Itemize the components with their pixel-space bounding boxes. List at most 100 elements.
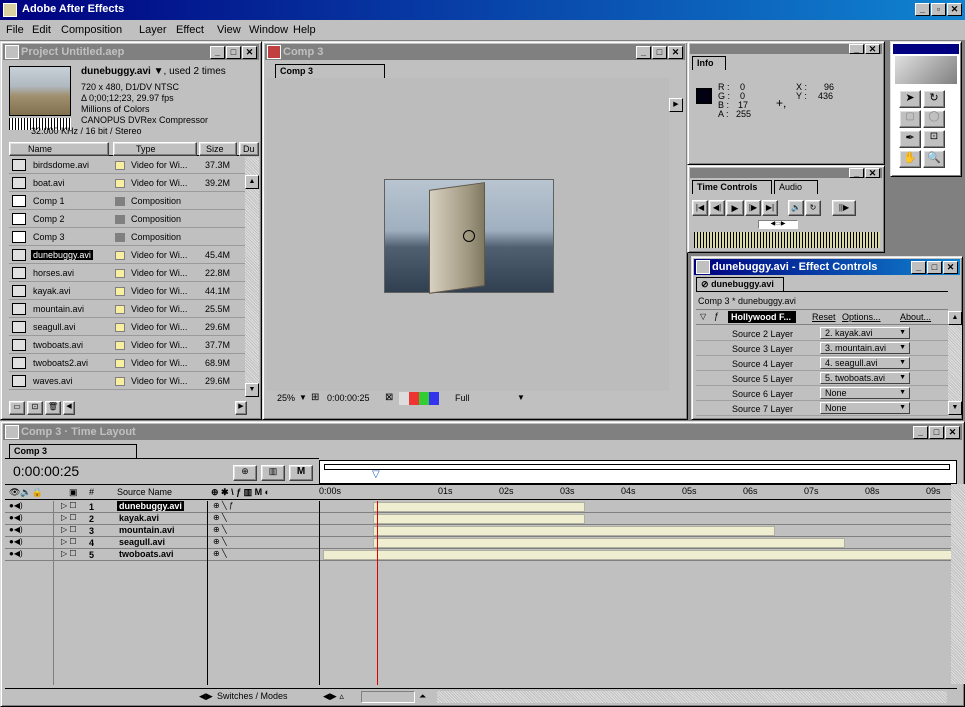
comp-timecode[interactable]: 0:00:00:25: [327, 393, 370, 403]
layer-switches-icon[interactable]: ⊕ ╲: [213, 513, 227, 522]
effect-about-link[interactable]: About...: [900, 312, 931, 322]
menu-file[interactable]: File: [6, 21, 24, 39]
project-item[interactable]: dunebuggy.avi Video for Wi... 45.4M: [9, 247, 245, 264]
menu-effect[interactable]: Effect: [176, 21, 204, 39]
jog-control[interactable]: ◀▭▶: [758, 220, 798, 229]
layer-twirl-icon[interactable]: ▷ ☐: [61, 549, 77, 558]
motion-blur-button[interactable]: M: [289, 465, 313, 481]
next-frame-button[interactable]: |▶: [745, 200, 761, 216]
pen-tool-icon[interactable]: ✒: [899, 130, 921, 148]
time-layout-maximize-button[interactable]: □: [929, 426, 944, 439]
hand-tool-icon[interactable]: ✋: [899, 150, 921, 168]
layer-duration-bar[interactable]: [373, 538, 845, 548]
time-ruler[interactable]: ▽: [319, 460, 957, 484]
project-hscroll-left[interactable]: ◀: [63, 401, 75, 415]
menu-edit[interactable]: Edit: [32, 21, 51, 39]
time-layout-minimize-button[interactable]: _: [913, 426, 928, 439]
effect-reset-link[interactable]: Reset: [812, 312, 836, 322]
layer-av-switches-icon[interactable]: ●◀): [9, 525, 23, 534]
col-type-header[interactable]: Type: [113, 142, 197, 156]
layer-switches-icon[interactable]: ⊕ ╲: [213, 525, 227, 534]
audio-toggle-button[interactable]: 🔊: [788, 200, 804, 216]
effect-param-dropdown[interactable]: 3. mountain.avi: [820, 342, 910, 354]
layer-av-switches-icon[interactable]: ●◀): [9, 513, 23, 522]
play-button[interactable]: ▶: [726, 200, 744, 216]
layer-row[interactable]: ●◀) ▷ ☐ 1 dunebuggy.avi ⊕ ╲ ƒ: [5, 501, 951, 513]
frame-blending-button[interactable]: ▥: [261, 465, 285, 481]
comp-close-button[interactable]: ✕: [668, 46, 683, 59]
timeline-timecode[interactable]: 0:00:00:25: [13, 463, 79, 479]
effect-param-dropdown[interactable]: 2. kayak.avi: [820, 327, 910, 339]
time-layout-close-button[interactable]: ✕: [945, 426, 960, 439]
resolution-dropdown[interactable]: Full: [455, 393, 505, 403]
project-item[interactable]: twoboats2.avi Video for Wi... 68.9M: [9, 355, 245, 372]
project-hscroll-right[interactable]: ▶: [235, 401, 247, 415]
menu-window[interactable]: Window: [249, 21, 288, 39]
comp-frame[interactable]: [384, 179, 554, 294]
project-close-button[interactable]: ✕: [242, 46, 257, 59]
layer-name[interactable]: twoboats.avi: [117, 549, 176, 559]
layer-switches-icon[interactable]: ⊕ ╲: [213, 549, 227, 558]
layer-av-switches-icon[interactable]: ●◀): [9, 501, 23, 510]
layer-twirl-icon[interactable]: ▷ ☐: [61, 537, 77, 546]
loop-button[interactable]: ↻: [805, 200, 821, 216]
app-minimize-button[interactable]: _: [915, 3, 930, 16]
effect-options-link[interactable]: Options...: [842, 312, 881, 322]
effect-controls-minimize-button[interactable]: _: [911, 261, 926, 274]
time-controls-minimize-button[interactable]: _: [849, 168, 864, 178]
effect-fx-icon[interactable]: ƒ: [714, 311, 719, 321]
color-channel-icon[interactable]: [399, 392, 439, 405]
effect-scroll-down[interactable]: ▼: [948, 401, 962, 415]
project-item[interactable]: twoboats.avi Video for Wi... 37.7M: [9, 337, 245, 354]
zoom-out-icon[interactable]: ◀▶ ▵: [323, 691, 344, 702]
app-restore-button[interactable]: ▫: [931, 3, 946, 16]
timeline-zoom-slider[interactable]: [361, 691, 415, 703]
last-frame-button[interactable]: ▶|: [762, 200, 778, 216]
layer-twirl-icon[interactable]: ▷ ☐: [61, 513, 77, 522]
app-close-button[interactable]: ✕: [947, 3, 962, 16]
layer-name[interactable]: mountain.avi: [117, 525, 177, 535]
audio-tab[interactable]: Audio: [774, 180, 818, 194]
time-controls-tab[interactable]: Time Controls: [692, 180, 772, 194]
project-minimize-button[interactable]: _: [210, 46, 225, 59]
timeline-vscroll[interactable]: [951, 484, 965, 684]
mask-oval-tool-icon[interactable]: ◯: [923, 110, 945, 128]
comp-flowchart-button[interactable]: ⊕: [233, 465, 257, 481]
time-controls-close-button[interactable]: ✕: [865, 168, 880, 178]
menu-help[interactable]: Help: [293, 21, 316, 39]
project-item[interactable]: Comp 3 Composition: [9, 229, 245, 246]
ram-preview-button[interactable]: ||▶: [832, 200, 856, 216]
selection-tool-icon[interactable]: ➤: [899, 90, 921, 108]
project-item[interactable]: mountain.avi Video for Wi... 25.5M: [9, 301, 245, 318]
comp-scroll-right-arrow[interactable]: ▶: [669, 98, 683, 112]
info-tab[interactable]: Info: [692, 56, 726, 70]
zoom-level[interactable]: 25%: [277, 393, 295, 403]
project-item[interactable]: Comp 1 Composition: [9, 193, 245, 210]
project-scroll-down[interactable]: ▼: [245, 383, 259, 397]
project-item[interactable]: seagull.avi Video for Wi... 29.6M: [9, 319, 245, 336]
info-close-button[interactable]: ✕: [865, 44, 880, 54]
zoom-in-icon[interactable]: ⏶: [419, 691, 426, 702]
layer-row[interactable]: ●◀) ▷ ☐ 3 mountain.avi ⊕ ╲: [5, 525, 951, 537]
layer-duration-bar[interactable]: [373, 502, 585, 512]
project-item[interactable]: waves.avi Video for Wi... 29.6M: [9, 373, 245, 390]
timeline-hscroll[interactable]: [437, 691, 947, 703]
layer-av-switches-icon[interactable]: ●◀): [9, 537, 23, 546]
layer-duration-bar[interactable]: [373, 514, 585, 524]
shuttle-slider[interactable]: [694, 232, 880, 248]
switches-modes-button[interactable]: Switches / Modes: [217, 691, 288, 701]
effect-controls-tab[interactable]: ⊘ dunebuggy.avi: [696, 277, 784, 291]
layer-av-switches-icon[interactable]: ●◀): [9, 549, 23, 558]
project-item[interactable]: boat.avi Video for Wi... 39.2M: [9, 175, 245, 192]
layer-name[interactable]: dunebuggy.avi: [117, 501, 184, 511]
project-item[interactable]: birdsdome.avi Video for Wi... 37.3M: [9, 157, 245, 174]
work-area-bar[interactable]: [324, 464, 950, 470]
trash-button[interactable]: 🗑: [45, 401, 61, 415]
layer-twirl-icon[interactable]: ▷ ☐: [61, 525, 77, 534]
effect-controls-scrollbar[interactable]: ▲ ▼: [948, 311, 962, 415]
new-comp-button[interactable]: ⊡: [27, 401, 43, 415]
col-du-header[interactable]: Du: [239, 142, 259, 156]
first-frame-button[interactable]: |◀: [692, 200, 708, 216]
effect-param-dropdown[interactable]: None: [820, 387, 910, 399]
comp-tab[interactable]: Comp 3: [275, 64, 385, 78]
